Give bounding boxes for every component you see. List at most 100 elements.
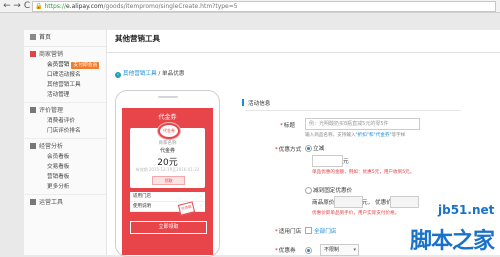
sidebar-item-koubei-signup[interactable]: 口碑活动报名 — [24, 70, 106, 80]
section-title: 活动信息 — [248, 101, 271, 107]
original-price-label: 商品原价 — [312, 200, 335, 206]
discount-amount-input[interactable] — [312, 155, 343, 167]
url-scheme: https:// — [44, 3, 66, 10]
direct-hint: 单品优惠的金额，例如：优惠5元，用户收到5元。 — [312, 170, 415, 175]
section-header: 活动信息 — [242, 99, 270, 107]
sidebar-item-member-marketing[interactable]: 会员营销 支付即会员 — [24, 60, 106, 70]
option-direct-label: 立减 — [313, 146, 325, 152]
address-bar[interactable]: 🔒 https://e.alipay.com/goods/itempromo/si… — [32, 1, 496, 12]
radio-unlimited[interactable] — [305, 247, 312, 254]
sidebar-item-more-analysis[interactable]: 更多分析 — [24, 182, 106, 192]
bottom-field-label: *优惠券 — [275, 248, 296, 254]
breadcrumb: ‹ 其他营销工具 / 单品优惠 — [115, 69, 184, 78]
breadcrumb-link[interactable]: 其他营销工具 — [123, 71, 157, 77]
site-watermark: jb51.net 脚本之家 — [408, 203, 500, 255]
browser-toolbar: ← → C 🔒 https://e.alipay.com/goods/itempr… — [0, 0, 500, 13]
sidebar-item-label: 营销看板 — [47, 174, 70, 180]
title-label: *标题 — [280, 123, 295, 129]
sidebar-group-title[interactable]: 商家营销 — [24, 50, 106, 60]
marketing-icon — [30, 51, 36, 57]
sidebar-item-label: 口碑活动报名 — [47, 72, 81, 78]
chevron-down-icon: ▾ — [353, 247, 356, 253]
row-label: 适用门店 — [133, 194, 151, 199]
tools-icon — [30, 199, 36, 205]
watermark-sitename: 脚本之家 — [410, 229, 495, 254]
radio-fixed-price[interactable] — [305, 187, 312, 194]
sidebar-item-label: 门店评价排名 — [47, 128, 81, 134]
breadcrumb-separator: / — [158, 71, 161, 77]
forward-arrow-icon[interactable]: → — [12, 1, 22, 11]
title-hint: 输入商品名称，支持输入"折扣"和"代金券"等字样 — [305, 133, 406, 138]
claimed-stamp: 已领取 — [177, 201, 196, 216]
sidebar-item-label: 交易看板 — [47, 164, 70, 170]
sidebar-group-title[interactable]: 经营分析 — [24, 142, 106, 152]
sidebar-item-trade-board[interactable]: 交易看板 — [24, 162, 106, 172]
yuan-separator: 元， — [362, 200, 374, 206]
sidebar-item-consumer-reviews[interactable]: 消费者评价 — [24, 116, 106, 126]
coupon-name: 代金券 — [159, 148, 175, 154]
home-icon — [30, 34, 36, 40]
sidebar-item-activity-manage[interactable]: 活动管理 — [24, 90, 106, 100]
sidebar-item-label: 消费者评价 — [47, 118, 75, 124]
sidebar-group-analytics: 经营分析 会员看板 交易看板 营销看板 更多分析 — [24, 139, 106, 195]
shop-name: 商家名称 — [158, 141, 177, 146]
chevron-right-icon: › — [200, 204, 202, 209]
back-circle-icon[interactable]: ‹ — [115, 72, 121, 78]
claim-now-button[interactable]: 立即领取 — [130, 221, 207, 234]
sidebar-item-other-tools[interactable]: 其他营销工具 — [24, 80, 106, 90]
lock-icon: 🔒 — [35, 3, 43, 10]
coupon-validity: 有效期 2015-12-19至2016-01-22 — [135, 167, 200, 172]
sidebar-group-reviews: 评价管理 消费者评价 门店评价排名 — [24, 103, 106, 139]
sidebar-item-member-board[interactable]: 会员看板 — [24, 152, 106, 162]
option-fixed-label: 减到固定优惠价 — [313, 188, 353, 194]
offer-method-label: *优惠方式 — [275, 147, 302, 153]
original-price-input[interactable] — [334, 196, 363, 208]
list-item[interactable]: 适用门店 › — [130, 192, 205, 202]
voucher-title: 代金券 — [158, 114, 177, 121]
sidebar-item-store-ranking[interactable]: 门店评价排名 — [24, 126, 106, 136]
limit-select[interactable]: 不限制 ▾ — [320, 244, 359, 256]
section-divider — [245, 110, 461, 111]
sidebar-item-marketing-board[interactable]: 营销看板 — [24, 172, 106, 182]
group-title-text: 运营工具 — [39, 199, 64, 206]
new-badge: 支付即会员 — [71, 62, 100, 69]
stores-value[interactable]: 全部门店 — [305, 227, 336, 235]
reload-icon[interactable]: C — [22, 1, 32, 11]
watermark-domain: jb51.net — [438, 203, 495, 217]
sidebar-item-label: 会员营销 — [47, 62, 70, 68]
group-title-text: 经营分析 — [39, 143, 64, 150]
analytics-icon — [30, 143, 36, 149]
sidebar-group-title[interactable]: 评价管理 — [24, 106, 106, 116]
card-claim-button[interactable]: 领取 — [152, 176, 185, 185]
checkbox[interactable] — [305, 227, 312, 234]
title-input[interactable]: 例：光明酸奶买8瓶直减5元的零5件 — [305, 118, 420, 130]
sidebar-home-label: 首页 — [39, 34, 52, 41]
phone-preview: 代金券 商家名称 代金券 20元 有效期 2015-12-19至2016-01-… — [115, 90, 220, 257]
back-arrow-icon[interactable]: ← — [2, 1, 12, 11]
fixed-hint: 优惠价即单品到手价，用户实际支付价格。 — [312, 211, 400, 216]
sidebar-group-title[interactable]: 运营工具 — [24, 198, 106, 208]
divider — [107, 52, 500, 53]
chevron-right-icon: › — [200, 194, 202, 199]
row-label: 使用说明 — [133, 204, 151, 209]
sidebar: 首页 商家营销 会员营销 支付即会员 口碑活动报名 其他营销工具 活动管理 评价管… — [24, 30, 107, 255]
sidebar-item-label: 其他营销工具 — [47, 82, 81, 88]
page-title: 其他营销工具 — [115, 34, 160, 43]
sidebar-item-home[interactable]: 首页 — [24, 30, 106, 47]
sidebar-item-label: 更多分析 — [47, 184, 70, 190]
unit-yuan: 元 — [343, 159, 349, 165]
sidebar-group-ops: 运营工具 — [24, 195, 106, 210]
voucher-seal: 代金券 — [158, 123, 180, 139]
review-icon — [30, 107, 36, 113]
section-accent-bar — [242, 99, 244, 106]
sidebar-item-label: 活动管理 — [47, 92, 70, 98]
group-title-text: 商家营销 — [39, 51, 64, 58]
sidebar-item-label: 会员看板 — [47, 154, 70, 160]
phone-screen: 代金券 商家名称 代金券 20元 有效期 2015-12-19至2016-01-… — [122, 108, 213, 255]
url-path: /goods/itempromo/singleCreate.htm?type=5 — [103, 3, 238, 10]
phone-speaker — [158, 96, 178, 98]
group-title-text: 评价管理 — [39, 107, 64, 114]
title-hint-link: "折扣"和"代金券" — [355, 133, 392, 138]
radio-direct-discount[interactable] — [305, 145, 312, 152]
url-host: e.alipay.com — [66, 3, 104, 10]
